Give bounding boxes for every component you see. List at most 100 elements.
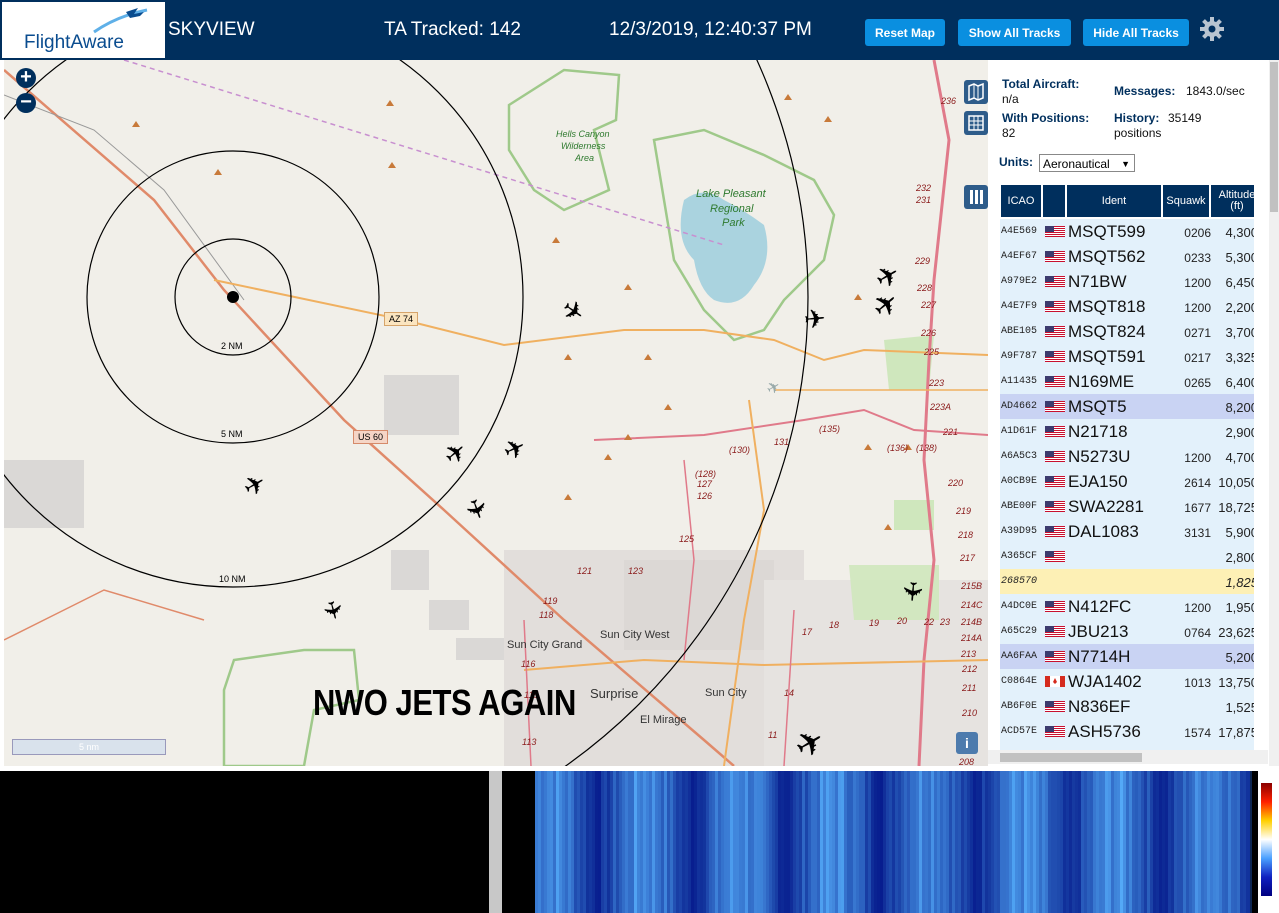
spectrum-column xyxy=(664,771,667,913)
table-row[interactable]: A4E7F9MSQT81812002,200 ▼ xyxy=(1000,294,1254,330)
gear-icon[interactable] xyxy=(1199,16,1225,42)
table-row[interactable]: A0CB9EEJA150261410,050 ▼ xyxy=(1000,469,1254,505)
col-header-ident[interactable]: Ident xyxy=(1066,184,1162,218)
table-row[interactable]: AD4662MSQT58,200 ▲ xyxy=(1000,394,1254,430)
table-row[interactable]: 2685701,825 ▲ xyxy=(1000,569,1254,605)
spectrum-column xyxy=(943,771,946,913)
spectrum-column xyxy=(1231,771,1234,913)
spectrum-column xyxy=(1123,771,1126,913)
spectrum-column xyxy=(781,771,784,913)
table-row[interactable]: ABE105MSQT82402713,700 ▼ xyxy=(1000,319,1254,355)
spectrum-column xyxy=(661,771,664,913)
horizontal-scrollbar[interactable] xyxy=(988,750,1268,764)
ring-label-10nm: 10 NM xyxy=(219,574,246,584)
route-number: 223 xyxy=(929,378,945,388)
zoom-in-button[interactable]: + xyxy=(16,67,36,88)
icao-cell: A6A5C3 xyxy=(1001,451,1038,462)
vertical-scrollbar[interactable] xyxy=(1269,60,1279,766)
units-select[interactable]: Aeronautical ▼ xyxy=(1039,154,1135,172)
spectrum-column xyxy=(979,771,982,913)
route-number: 229 xyxy=(915,256,931,266)
table-row[interactable]: C0864EWJA1402101313,750 ▼ xyxy=(1000,669,1254,705)
icao-cell: A4EF67 xyxy=(1001,251,1038,262)
table-row[interactable]: A11435N169ME02656,400 ▼ xyxy=(1000,369,1254,405)
scroll-thumb[interactable] xyxy=(1000,753,1142,762)
table-row[interactable]: AA6FAA N7714H 5,200 xyxy=(1000,644,1254,670)
altitude-cell: 2,800 xyxy=(1225,550,1254,565)
tracked-count: TA Tracked: 142 xyxy=(384,19,521,40)
squawk-cell: 0271 xyxy=(1184,326,1211,340)
col-header-altitude[interactable]: Altitude (ft) xyxy=(1210,184,1254,218)
reset-map-button[interactable]: Reset Map xyxy=(865,19,945,46)
spectrum-column xyxy=(1204,771,1207,913)
aircraft-marker-icon[interactable]: ✈ xyxy=(896,579,929,603)
spectrum-column xyxy=(958,771,961,913)
col-header-flag[interactable] xyxy=(1042,184,1066,218)
table-row[interactable]: A365CF 2,800 xyxy=(1000,544,1254,570)
ident-cell: MSQT818 xyxy=(1068,297,1146,316)
spectrum-column xyxy=(1018,771,1021,913)
spectrum-column xyxy=(538,771,541,913)
spectrum-column xyxy=(985,771,988,913)
spectrum-column xyxy=(820,771,823,913)
route-number: (128) xyxy=(695,469,717,479)
spectrum-column xyxy=(1144,771,1147,913)
spectrum-column xyxy=(934,771,937,913)
zoom-out-button[interactable]: − xyxy=(16,92,36,113)
spectrum-column xyxy=(1216,771,1219,913)
table-row[interactable]: A4E569 MSQT599 0206 4,300 xyxy=(1000,219,1254,245)
squawk-cell: 2614 xyxy=(1184,476,1211,490)
spectrum-column xyxy=(1078,771,1081,913)
table-row[interactable]: A9F787MSQT59102173,325 ▼ xyxy=(1000,344,1254,380)
aircraft-marker-icon[interactable]: ✈ xyxy=(803,303,827,336)
map-layers-button[interactable] xyxy=(964,80,988,104)
spectrum-column xyxy=(634,771,637,913)
table-row[interactable]: A4DC0E N412FC 1200 1,950 xyxy=(1000,594,1254,620)
flightaware-logo[interactable]: FlightAware xyxy=(2,2,165,58)
us-flag-icon xyxy=(1045,501,1065,512)
place-label: Surprise xyxy=(590,686,639,701)
table-row[interactable]: ABE00FSWA2281167718,725 ▲ xyxy=(1000,494,1254,530)
ident-cell: DAL1083 xyxy=(1068,522,1139,541)
spectrum-column xyxy=(700,771,703,913)
spectrum-column xyxy=(736,771,739,913)
ident-cell: N21718 xyxy=(1068,422,1128,441)
spectrum-column xyxy=(973,771,976,913)
col-header-squawk[interactable]: Squawk xyxy=(1162,184,1210,218)
spectrum-column xyxy=(796,771,799,913)
table-row[interactable]: A39D95DAL108331315,900 ▼ xyxy=(1000,519,1254,555)
table-row[interactable]: A1D61F N21718 2,900 xyxy=(1000,419,1254,445)
spectrum-column xyxy=(712,771,715,913)
col-header-icao[interactable]: ICAO xyxy=(1000,184,1042,218)
spectrum-column xyxy=(1093,771,1096,913)
info-button[interactable]: i xyxy=(956,732,978,754)
icao-cell: A1D61F xyxy=(1001,426,1038,437)
grid-toggle-button[interactable] xyxy=(964,111,988,135)
spectrum-column xyxy=(1135,771,1138,913)
table-row[interactable]: A6A5C3 N5273U 1200 4,700 xyxy=(1000,444,1254,470)
table-row[interactable]: A65C29JBU213076423,625 ▲ xyxy=(1000,619,1254,655)
table-row[interactable]: AB6F0EN836EF1,525 ▲ xyxy=(1000,694,1254,730)
spectrum-column xyxy=(1096,771,1099,913)
hide-all-tracks-button[interactable]: Hide All Tracks xyxy=(1083,19,1189,46)
units-value: Aeronautical xyxy=(1043,157,1110,171)
spectrum-column xyxy=(604,771,607,913)
column-toggle-button[interactable] xyxy=(964,185,988,209)
route-number: 219 xyxy=(956,506,972,516)
show-all-tracks-button[interactable]: Show All Tracks xyxy=(958,19,1071,46)
route-number: 208 xyxy=(959,757,975,766)
panel-divider[interactable] xyxy=(489,771,502,913)
table-row[interactable]: A979E2N71BW12006,450 ▲ xyxy=(1000,269,1254,305)
spectrum-column xyxy=(1171,771,1174,913)
spectrum-column xyxy=(655,771,658,913)
spectrum-column xyxy=(724,771,727,913)
map-view[interactable]: 2 NM 5 NM 10 NM Hells Canyon Wilderness … xyxy=(4,60,988,766)
spectrum-column xyxy=(847,771,850,913)
scroll-thumb[interactable] xyxy=(1270,62,1278,212)
spectrum-column xyxy=(907,771,910,913)
table-row[interactable]: ACD57EASH5736157417,875 ▲ xyxy=(1000,719,1254,751)
spectrum-column xyxy=(1228,771,1231,913)
spectrum-column xyxy=(850,771,853,913)
table-row[interactable]: A4EF67MSQT56202335,300 ▲ xyxy=(1000,244,1254,280)
squawk-cell: 0233 xyxy=(1184,251,1211,265)
